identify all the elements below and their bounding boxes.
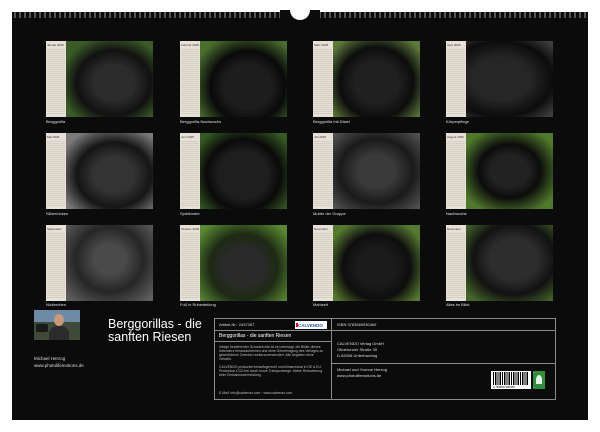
month-caption: Mutter der Gruppe (313, 211, 346, 216)
calendar-grid: Januar 2025 (46, 41, 67, 117)
month-caption: Spielkinder (180, 211, 200, 216)
month-caption: Nickerchen (46, 302, 67, 307)
copyright-notice: Infolge bestehender Schutzrechte ist es … (219, 345, 324, 361)
fsc-leaf-icon (533, 371, 545, 389)
month-caption: Berggorilla mit Distel (313, 119, 350, 124)
month-name: Oktober 2025 (181, 227, 200, 231)
calendar-grid: März 2025 (313, 41, 334, 117)
month-caption: Silberrücken (46, 211, 69, 216)
month-tile-december[interactable]: Dezember 2025 (446, 225, 553, 301)
calvendo-logo: CALVENDO (295, 321, 327, 329)
article-number: Artikel-Nr.: 2437267 (219, 322, 255, 327)
camera-icon (36, 324, 48, 332)
month-caption: Nachwuchs (446, 211, 467, 216)
month-caption: Alles im Blick (446, 302, 470, 307)
gorilla-photo (66, 133, 153, 209)
calendar-grid: November 2025 (313, 225, 334, 301)
author-website[interactable]: www.photolifemotions.de (34, 363, 84, 368)
month-tile-march[interactable]: März 2025 (313, 41, 420, 117)
month-caption: Körperpflege (446, 119, 469, 124)
month-tile-july[interactable]: Juli 2025 (313, 133, 420, 209)
production-notice: CALVENDO produziert bedarfsgerecht und k… (219, 365, 323, 377)
gorilla-photo (66, 225, 153, 301)
calendar-grid: Februar 2025 (180, 41, 201, 117)
calendar-grid: April 2025 (446, 41, 467, 117)
publisher-name: CALVENDO Verlag GmbH (337, 341, 384, 346)
month-tile-june[interactable]: Juni 2025 (180, 133, 287, 209)
month-tile-february[interactable]: Februar 2025 (180, 41, 287, 117)
calendar-grid: August 2025 (446, 133, 467, 209)
info-left-column: Artikel-Nr.: 2437267 CALVENDO Berggorill… (215, 319, 332, 399)
month-tile-october[interactable]: Oktober 2025 (180, 225, 287, 301)
month-caption: Mahlzeit (313, 302, 328, 307)
month-name: Juli 2025 (314, 135, 327, 139)
gorilla-photo (200, 133, 287, 209)
month-name: Mai 2025 (47, 135, 60, 139)
gorilla-photo (200, 41, 287, 117)
gorilla-photo (333, 225, 420, 301)
gorilla-photo (200, 225, 287, 301)
month-tile-january[interactable]: Januar 2025 (46, 41, 153, 117)
month-caption: Berggorilla-Nachwuchs (180, 119, 222, 124)
month-caption: Fuß in Ruhestellung (180, 302, 216, 307)
month-tile-september[interactable]: September 2025 (46, 225, 153, 301)
gorilla-photo (333, 133, 420, 209)
gorilla-photo (66, 41, 153, 117)
barcode-number: 9 783669 930469 (493, 385, 515, 389)
month-tile-august[interactable]: August 2025 (446, 133, 553, 209)
month-tile-november[interactable]: November 2025 (313, 225, 420, 301)
month-tile-april[interactable]: April 2025 (446, 41, 553, 117)
gorilla-photo (466, 41, 553, 117)
calendar-grid: Juni 2025 (180, 133, 201, 209)
month-caption: Berggorilla (46, 119, 66, 124)
calendar-grid: September 2025 (46, 225, 67, 301)
calendar-grid: Oktober 2025 (180, 225, 201, 301)
info-subtitle: Berggorillas - die sanften Riesen (219, 333, 292, 339)
publisher-city: D-82008 Unterhaching (337, 353, 378, 358)
month-name: Februar 2025 (181, 43, 200, 47)
photo-credit: Michael und Yvonne Herzog (337, 367, 387, 372)
month-tile-may[interactable]: Mai 2025 (46, 133, 153, 209)
calendar-title: Berggorillas - die sanften Riesen (108, 317, 202, 344)
calendar-grid: Dezember 2025 (446, 225, 467, 301)
gorilla-photo (466, 133, 553, 209)
author-name: Michael Herzog (34, 356, 66, 361)
contact-email[interactable]: E-Mail: info@calvendo.com · www.calvendo… (219, 391, 292, 395)
publisher-street: Ottobrunner Straße 39 (337, 347, 378, 352)
month-name: März 2025 (314, 43, 329, 47)
gorilla-photo (333, 41, 420, 117)
month-name: Januar 2025 (47, 43, 64, 47)
calendar-grid: Mai 2025 (46, 133, 67, 209)
photo-credit-url[interactable]: www.photolifemotions.de (337, 373, 381, 378)
isbn: ISBN 9783669930469 (337, 322, 377, 327)
month-name: April 2025 (447, 43, 461, 47)
barcode: 9 783669 930469 (491, 371, 531, 389)
gorilla-photo (466, 225, 553, 301)
author-photo (34, 310, 80, 340)
month-name: August 2025 (447, 135, 464, 139)
product-info-box: Artikel-Nr.: 2437267 CALVENDO Berggorill… (214, 318, 556, 400)
month-name: Juni 2025 (181, 135, 195, 139)
calendar-grid: Juli 2025 (313, 133, 334, 209)
